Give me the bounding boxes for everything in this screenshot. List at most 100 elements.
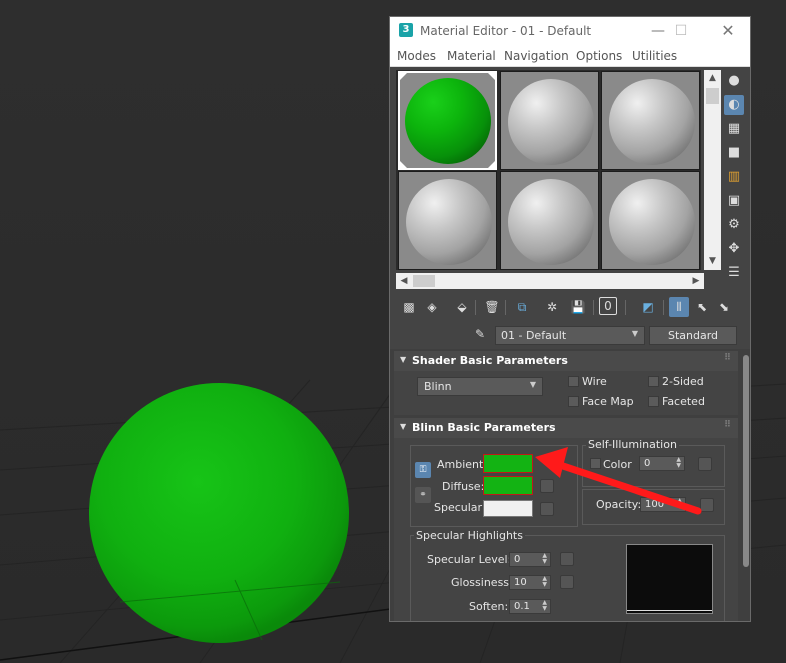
glossiness-value: 10 [514,577,527,588]
self-illum-map-button[interactable] [698,457,712,471]
scroll-thumb[interactable] [413,275,435,287]
self-illum-color-checkbox[interactable] [590,458,601,469]
sample-slot-1[interactable] [398,71,497,170]
diffuse-color-swatch[interactable] [483,476,533,495]
diffuse-label: Diffuse: [442,480,485,493]
material-id-channel-icon[interactable]: 0 [599,297,617,315]
sample-slot-6[interactable] [601,171,700,270]
pick-material-from-object-icon[interactable]: ✎ [475,327,489,343]
select-by-material-icon[interactable]: ✥ [724,239,744,259]
minimize-button[interactable]: — [647,21,669,41]
lock-ambient-diffuse-icon[interactable]: ⚿ [415,462,431,478]
spinner-arrows-icon: ▲ ▼ [676,456,681,469]
face-map-label: Face Map [582,395,634,408]
blinn-rollout-title: Blinn Basic Parameters [412,421,556,434]
make-unique-icon[interactable]: ✲ [542,297,562,317]
slots-horizontal-scrollbar[interactable]: ◀ ▶ [396,273,704,289]
link-icon[interactable]: ⚭ [415,487,431,503]
material-preview-sphere [406,179,492,265]
specular-label: Specular: [434,501,486,514]
opacity-spinner[interactable]: 100 ▲ ▼ [640,497,686,512]
diffuse-map-button[interactable] [540,479,554,493]
scroll-down-icon[interactable]: ▼ [704,253,721,270]
soften-value: 0.1 [514,601,530,612]
options-icon[interactable]: ⚙ [724,215,744,235]
ambient-label: Ambient: [437,458,488,471]
material-editor-window: 3 Material Editor - 01 - Default — ☐ ✕ M… [389,16,751,622]
title-bar[interactable]: 3 Material Editor - 01 - Default — ☐ ✕ [390,17,750,45]
specular-level-value: 0 [514,554,521,565]
show-end-result-icon[interactable]: ⫴ [669,297,689,317]
sample-type-icon[interactable]: ● [724,71,744,91]
sample-slot-5[interactable] [500,171,599,270]
highlight-curve-preview [626,544,713,614]
background-icon[interactable]: ▦ [724,119,744,139]
sample-slot-3[interactable] [601,71,700,170]
backlight-icon[interactable]: ◐ [724,95,744,115]
sample-slot-2[interactable] [500,71,599,170]
material-name-field[interactable]: 01 - Default ▼ [495,326,645,345]
spinner-arrows-icon: ▲ ▼ [677,497,682,510]
glossiness-spinner[interactable]: 10 ▲ ▼ [509,575,551,590]
menu-modes[interactable]: Modes [397,49,436,63]
get-material-icon[interactable]: ▩ [399,297,419,317]
reset-map-icon[interactable]: 🗑 [482,297,502,317]
shader-type-dropdown[interactable]: Blinn ▼ [417,377,543,396]
specular-level-map-button[interactable] [560,552,574,566]
menu-material[interactable]: Material [447,49,496,63]
put-material-to-scene-icon[interactable]: ◈ [422,297,442,317]
scroll-up-icon[interactable]: ▲ [704,70,721,87]
go-to-parent-icon[interactable]: ⬉ [692,297,712,317]
scroll-thumb[interactable] [706,88,719,104]
glossiness-map-button[interactable] [560,575,574,589]
menu-options[interactable]: Options [576,49,622,63]
wire-checkbox[interactable] [568,376,579,387]
put-to-library-icon[interactable]: 💾 [568,297,588,317]
self-illum-value: 0 [644,458,651,469]
assign-material-icon[interactable]: ⬙ [452,297,472,317]
soften-spinner[interactable]: 0.1 ▲ ▼ [509,599,551,614]
two-sided-checkbox[interactable] [648,376,659,387]
spinner-arrows-icon: ▲ ▼ [542,552,547,565]
two-sided-label: 2-Sided [662,375,704,388]
material-map-navigator-icon[interactable]: ☰ [724,263,744,283]
sample-uv-tiling-icon[interactable]: ■ [724,143,744,163]
specular-color-swatch[interactable] [483,500,533,517]
faceted-checkbox[interactable] [648,396,659,407]
material-toolbar: ▩ ◈ ⬙ 🗑 ⧉ ✲ 💾 0 ◩ ⫴ ⬉ ⬊ [396,297,736,319]
menu-utilities[interactable]: Utilities [632,49,677,63]
scroll-left-icon[interactable]: ◀ [396,273,412,289]
go-forward-to-sibling-icon[interactable]: ⬊ [714,297,734,317]
sample-slot-4[interactable] [398,171,497,270]
grip-icon: ⠿ [723,420,731,430]
scroll-right-icon[interactable]: ▶ [688,273,704,289]
specular-level-spinner[interactable]: 0 ▲ ▼ [509,552,551,567]
menu-navigation[interactable]: Navigation [504,49,569,63]
make-material-copy-icon[interactable]: ⧉ [512,297,532,317]
opacity-map-button[interactable] [700,498,714,512]
make-preview-icon[interactable]: ▣ [724,191,744,211]
material-preview-sphere [609,179,695,265]
shader-rollout-header[interactable]: ▼ Shader Basic Parameters ⠿ [394,351,738,371]
show-shaded-material-icon[interactable]: ◩ [638,297,658,317]
ambient-color-swatch[interactable] [483,454,533,473]
faceted-label: Faceted [662,395,705,408]
specular-highlights-title: Specular Highlights [414,529,525,542]
close-button[interactable]: ✕ [717,21,739,41]
menu-bar: Modes Material Navigation Options Utilit… [390,45,750,67]
self-illum-spinner[interactable]: 0 ▲ ▼ [639,456,685,471]
face-map-checkbox[interactable] [568,396,579,407]
specular-map-button[interactable] [540,502,554,516]
shader-rollout-title: Shader Basic Parameters [412,354,568,367]
opacity-label: Opacity: [596,498,642,511]
self-illum-color-label: Color [603,458,632,471]
material-preview-sphere [508,179,594,265]
material-preview-sphere [609,79,695,165]
maximize-button[interactable]: ☐ [670,21,692,41]
collapse-icon: ▼ [400,355,407,364]
blinn-rollout-header[interactable]: ▼ Blinn Basic Parameters ⠿ [394,418,738,438]
video-color-check-icon[interactable]: ▥ [724,167,744,187]
material-type-button[interactable]: Standard [649,326,737,345]
slots-vertical-scrollbar[interactable]: ▲ ▼ [704,70,721,270]
rollout-scrollbar[interactable] [743,355,749,567]
